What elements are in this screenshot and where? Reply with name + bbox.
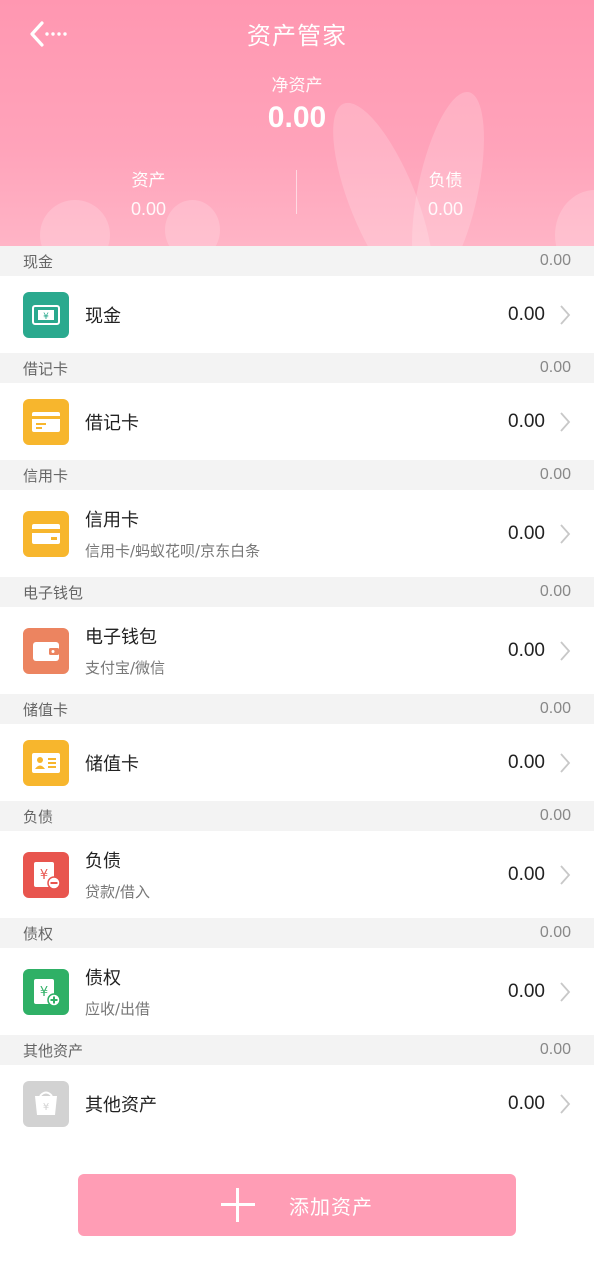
item-subtitle: 支付宝/微信 (85, 659, 166, 677)
item-amount: 0.00 (508, 1092, 545, 1114)
item-amount: 0.00 (508, 980, 545, 1002)
item-name: 借记卡 (85, 412, 139, 434)
credit-card-icon (23, 510, 69, 557)
item-name: 信用卡 (85, 510, 139, 531)
chevron-right-icon (560, 304, 571, 325)
add-asset-button[interactable]: 添加资产 (78, 1174, 516, 1236)
item-name: 电子钱包 (85, 627, 157, 648)
net-assets-label: 净资产 (271, 76, 323, 96)
section-total: 0.00 (539, 466, 571, 483)
list-item-credit-card[interactable]: 信用卡 信用卡/蚂蚁花呗/京东白条 0.00 (0, 490, 594, 577)
chevron-right-icon (560, 752, 571, 773)
section-title: 信用卡 (23, 466, 69, 485)
assets-summary: 资产 0.00 (0, 166, 297, 220)
section-title: 负债 (23, 807, 54, 826)
debit-card-icon (23, 398, 69, 445)
section-total: 0.00 (539, 807, 571, 824)
section-header-stored-value-card: 储值卡 0.00 (0, 694, 594, 724)
section-title: 其他资产 (23, 1041, 84, 1060)
list-item-cash[interactable]: ¥ 现金 0.00 (0, 276, 594, 353)
item-name: 负债 (85, 851, 121, 872)
section-title: 借记卡 (23, 359, 69, 378)
section-header-liabilities: 负债 0.00 (0, 801, 594, 831)
item-name: 现金 (85, 305, 121, 327)
section-total: 0.00 (539, 1041, 571, 1058)
section-header-debit-card: 借记卡 0.00 (0, 353, 594, 383)
section-total: 0.00 (539, 583, 571, 600)
stored-value-card-icon (23, 739, 69, 786)
list-item-debit-card[interactable]: 借记卡 0.00 (0, 383, 594, 460)
item-amount: 0.00 (508, 751, 545, 773)
section-title: 债权 (23, 924, 54, 943)
section-total: 0.00 (539, 252, 571, 269)
section-header-credit-card: 信用卡 0.00 (0, 460, 594, 490)
section-total: 0.00 (539, 924, 571, 941)
liabilities-value: 0.00 (427, 199, 464, 219)
list-item-liabilities[interactable]: ¥ 负债 贷款/借入 0.00 (0, 831, 594, 918)
wallet-icon (23, 627, 69, 674)
svg-text:¥: ¥ (43, 1102, 49, 1113)
liabilities-summary: 负债 0.00 (297, 166, 594, 220)
section-title: 现金 (23, 252, 54, 271)
chevron-right-icon (560, 523, 571, 544)
section-header-cash: 现金 0.00 (0, 246, 594, 276)
plus-icon (221, 1188, 255, 1222)
list-item-other-assets[interactable]: ¥ 其他资产 0.00 (0, 1065, 594, 1142)
net-assets-value: 0.00 (267, 101, 327, 134)
asset-list: 现金 0.00 ¥ 现金 0.00 借记卡 0.00 借记卡 0.00 信用卡 … (0, 246, 594, 1142)
add-asset-label: 添加资产 (289, 1194, 373, 1219)
header-banner: 资产管家 净资产 0.00 资产 0.00 负债 0.00 (0, 0, 594, 246)
svg-text:¥: ¥ (40, 985, 48, 1000)
svg-text:¥: ¥ (40, 868, 48, 883)
section-title: 电子钱包 (23, 583, 84, 602)
item-name: 其他资产 (85, 1094, 157, 1116)
liabilities-label: 负债 (428, 171, 463, 191)
page-title: 资产管家 (247, 22, 347, 50)
list-item-stored-value-card[interactable]: 储值卡 0.00 (0, 724, 594, 801)
cash-icon: ¥ (23, 291, 69, 338)
chevron-right-icon (560, 411, 571, 432)
list-item-e-wallet[interactable]: 电子钱包 支付宝/微信 0.00 (0, 607, 594, 694)
section-header-other-assets: 其他资产 0.00 (0, 1035, 594, 1065)
item-subtitle: 贷款/借入 (85, 883, 151, 901)
item-name: 债权 (85, 968, 121, 989)
other-assets-icon: ¥ (23, 1080, 69, 1127)
section-header-e-wallet: 电子钱包 0.00 (0, 577, 594, 607)
item-amount: 0.00 (508, 639, 545, 661)
section-title: 储值卡 (23, 700, 69, 719)
claim-icon: ¥ (23, 968, 69, 1015)
section-total: 0.00 (539, 700, 571, 717)
item-name: 储值卡 (85, 753, 139, 775)
assets-label: 资产 (131, 171, 166, 191)
section-total: 0.00 (539, 359, 571, 376)
item-amount: 0.00 (508, 522, 545, 544)
item-amount: 0.00 (508, 863, 545, 885)
chevron-right-icon (560, 640, 571, 661)
item-amount: 0.00 (508, 303, 545, 325)
section-header-claims: 债权 0.00 (0, 918, 594, 948)
list-item-claims[interactable]: ¥ 债权 应收/出借 0.00 (0, 948, 594, 1035)
item-subtitle: 应收/出借 (85, 1000, 151, 1018)
item-amount: 0.00 (508, 410, 545, 432)
chevron-right-icon (560, 864, 571, 885)
item-subtitle: 信用卡/蚂蚁花呗/京东白条 (85, 542, 261, 560)
chevron-right-icon (560, 981, 571, 1002)
liability-icon: ¥ (23, 851, 69, 898)
chevron-right-icon (560, 1093, 571, 1114)
svg-text:¥: ¥ (43, 312, 49, 322)
assets-value: 0.00 (130, 199, 167, 219)
